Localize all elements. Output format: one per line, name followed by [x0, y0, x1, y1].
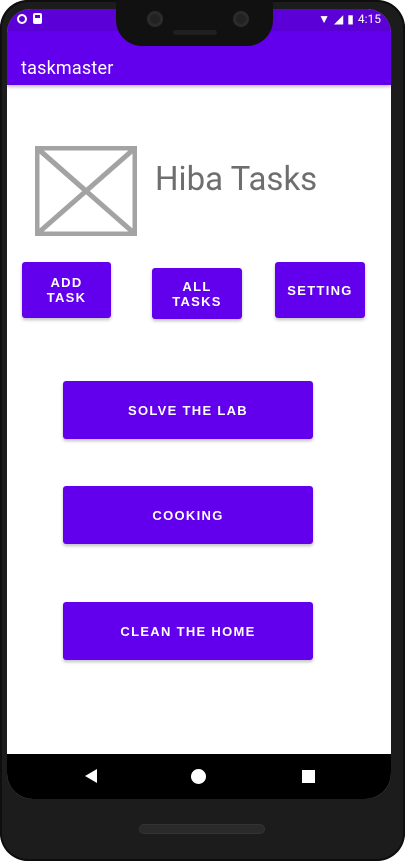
page-title: Hiba Tasks: [155, 160, 318, 199]
earpiece-speaker: [173, 30, 217, 35]
image-placeholder-icon: [35, 146, 137, 236]
front-camera-icon: [233, 11, 249, 27]
sd-card-icon: [33, 13, 42, 24]
task-cooking-button[interactable]: COOKING: [63, 486, 313, 544]
all-tasks-button[interactable]: ALL TASKS: [152, 268, 242, 319]
phone-frame: ▼ ◢ ▮ 4:15 taskmaster Hiba Tasks ADD TAS…: [0, 0, 405, 861]
signal-icon: ◢: [334, 12, 344, 26]
screen: ▼ ◢ ▮ 4:15 taskmaster Hiba Tasks ADD TAS…: [7, 9, 391, 799]
task-clean-the-home-button[interactable]: CLEAN THE HOME: [63, 602, 313, 660]
recent-apps-icon[interactable]: [302, 770, 315, 783]
task-solve-the-lab-button[interactable]: SOLVE THE LAB: [63, 381, 313, 439]
camera-notch: [116, 0, 273, 46]
add-task-button[interactable]: ADD TASK: [22, 262, 111, 318]
settings-button[interactable]: SETTING: [275, 262, 365, 318]
wifi-icon: ▼: [318, 12, 331, 26]
back-icon[interactable]: [85, 769, 97, 783]
bottom-speaker: [139, 824, 265, 834]
navigation-bar: [7, 754, 391, 799]
front-camera-icon: [147, 11, 163, 27]
battery-icon: ▮: [347, 12, 354, 26]
home-icon[interactable]: [191, 769, 206, 784]
app-title: taskmaster: [21, 58, 114, 79]
status-time: 4:15: [357, 12, 381, 26]
record-icon: [17, 13, 27, 24]
